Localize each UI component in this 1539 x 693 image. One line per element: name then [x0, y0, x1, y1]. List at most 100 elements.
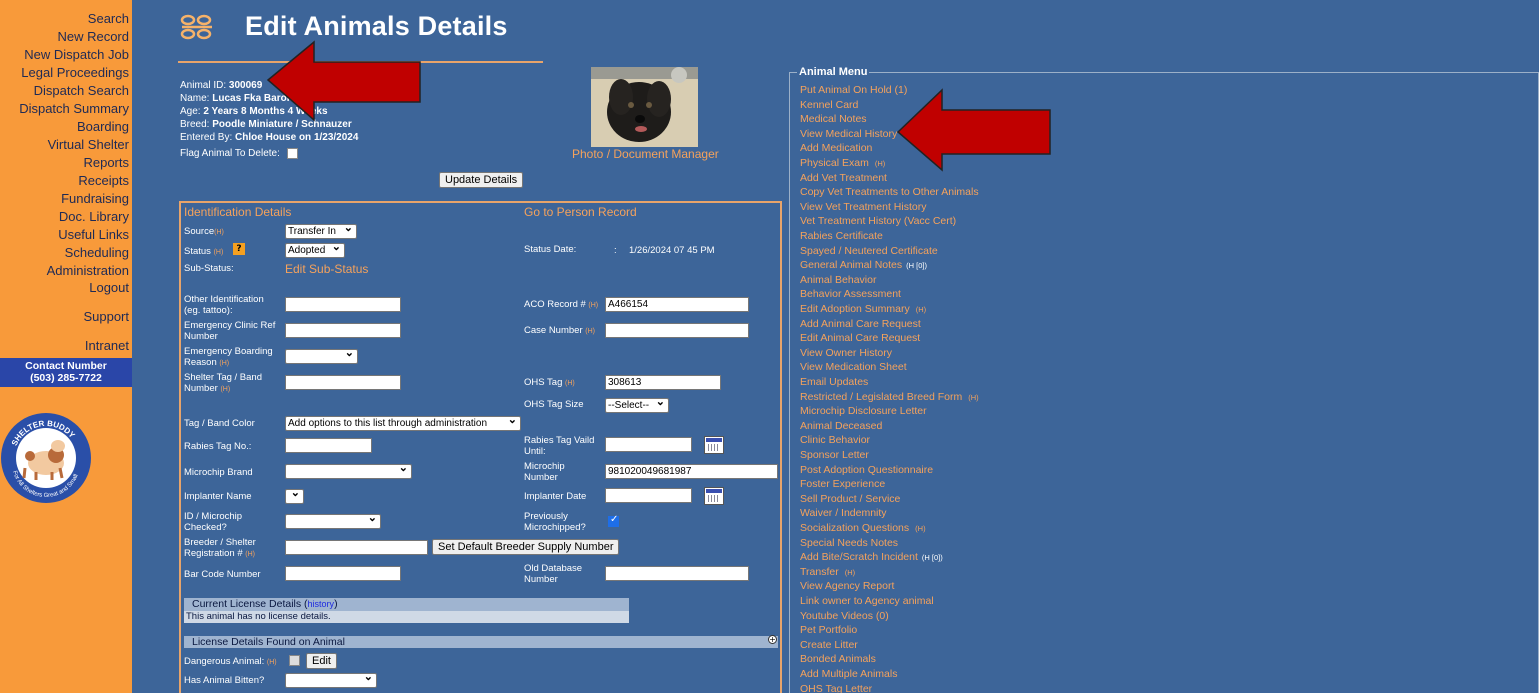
- menu-item-post-adoption-questionnaire[interactable]: Post Adoption Questionnaire: [800, 464, 933, 476]
- menu-item-general-animal-notes[interactable]: General Animal Notes (H [0]): [800, 259, 927, 271]
- sidebar-item-legal-proceedings[interactable]: Legal Proceedings: [21, 65, 129, 80]
- sidebar-item-administration[interactable]: Administration: [47, 263, 129, 278]
- menu-item-ohs-tag-letter[interactable]: OHS Tag Letter: [800, 683, 872, 693]
- dangerous-animal-label: Dangerous Animal: (H): [184, 656, 277, 667]
- menu-item-view-vet-treatment-history[interactable]: View Vet Treatment History: [800, 201, 926, 213]
- menu-item-bonded-animals[interactable]: Bonded Animals: [800, 653, 876, 665]
- menu-item-spayed-neutered-certificate[interactable]: Spayed / Neutered Certificate: [800, 245, 938, 257]
- menu-item-foster-experience[interactable]: Foster Experience: [800, 478, 885, 490]
- microchip-brand-select[interactable]: [285, 464, 412, 479]
- sidebar-item-scheduling[interactable]: Scheduling: [65, 245, 129, 260]
- emergency-boarding-select[interactable]: [285, 349, 358, 364]
- menu-item-pet-portfolio[interactable]: Pet Portfolio: [800, 624, 857, 636]
- sidebar-item-intranet[interactable]: Intranet: [85, 338, 129, 353]
- menu-item-link-owner-to-agency-animal[interactable]: Link owner to Agency animal: [800, 595, 934, 607]
- microchip-number-input[interactable]: 981020049681987: [605, 464, 778, 479]
- implanter-date-calendar-icon[interactable]: [704, 487, 724, 505]
- menu-item-add-bite-scratch-incident[interactable]: Add Bite/Scratch Incident (H [0]): [800, 551, 943, 563]
- menu-item-create-litter[interactable]: Create Litter: [800, 639, 858, 651]
- update-details-button[interactable]: Update Details: [439, 172, 524, 188]
- ohs-tag-input[interactable]: 308613: [605, 375, 721, 390]
- status-select[interactable]: Adopted: [285, 243, 345, 258]
- menu-item-edit-adoption-summary[interactable]: Edit Adoption Summary (H): [800, 303, 926, 315]
- rabies-valid-calendar-icon[interactable]: [704, 436, 724, 454]
- license-history-link[interactable]: history: [308, 599, 335, 609]
- flag-delete-checkbox[interactable]: [286, 148, 298, 159]
- menu-item-label: Edit Animal Care Request: [800, 332, 921, 345]
- sidebar-item-boarding[interactable]: Boarding: [77, 119, 129, 134]
- menu-item-edit-animal-care-request[interactable]: Edit Animal Care Request: [800, 332, 920, 344]
- edit-substatus-link[interactable]: Edit Sub-Status: [285, 262, 368, 276]
- menu-item-view-agency-report[interactable]: View Agency Report: [800, 580, 894, 592]
- implanter-date-input[interactable]: [605, 488, 692, 503]
- menu-item-add-vet-treatment[interactable]: Add Vet Treatment: [800, 172, 887, 184]
- dangerous-edit-button[interactable]: Edit: [306, 653, 337, 669]
- menu-item-animal-behavior[interactable]: Animal Behavior: [800, 274, 876, 286]
- other-identification-input[interactable]: [285, 297, 401, 312]
- menu-item-clinic-behavior[interactable]: Clinic Behavior: [800, 434, 870, 446]
- sidebar-item-receipts[interactable]: Receipts: [78, 173, 129, 188]
- menu-item-youtube-videos-0[interactable]: Youtube Videos (0): [800, 610, 889, 622]
- expand-icon[interactable]: +: [768, 635, 777, 644]
- sidebar-item-fundraising[interactable]: Fundraising: [61, 191, 129, 206]
- menu-item-copy-vet-treatments-to-other-animals[interactable]: Copy Vet Treatments to Other Animals: [800, 186, 979, 198]
- menu-item-sell-product-service[interactable]: Sell Product / Service: [800, 493, 900, 505]
- ohs-tag-size-select[interactable]: --Select--: [605, 398, 669, 413]
- id-checked-select[interactable]: [285, 514, 381, 529]
- menu-item-add-animal-care-request[interactable]: Add Animal Care Request: [800, 318, 921, 330]
- menu-item-email-updates[interactable]: Email Updates: [800, 376, 868, 388]
- menu-item-animal-deceased[interactable]: Animal Deceased: [800, 420, 882, 432]
- menu-item-restricted-legislated-breed-form[interactable]: Restricted / Legislated Breed Form (H): [800, 391, 979, 403]
- person-record-link[interactable]: Go to Person Record: [524, 205, 637, 219]
- prev-microchipped-checkbox[interactable]: [608, 514, 619, 527]
- source-select[interactable]: Transfer In: [285, 224, 357, 239]
- menu-item-add-multiple-animals[interactable]: Add Multiple Animals: [800, 668, 897, 680]
- sidebar-item-search[interactable]: Search: [88, 11, 129, 26]
- breeder-registration-input[interactable]: [285, 540, 428, 555]
- menu-item-add-medication[interactable]: Add Medication: [800, 142, 872, 154]
- sidebar-item-doc-library[interactable]: Doc. Library: [59, 209, 129, 224]
- sidebar-item-useful-links[interactable]: Useful Links: [58, 227, 129, 242]
- menu-item-transfer[interactable]: Transfer (H): [800, 566, 855, 578]
- tag-color-select[interactable]: Add options to this list through adminis…: [285, 416, 521, 431]
- menu-item-put-animal-on-hold-1[interactable]: Put Animal On Hold (1): [800, 84, 907, 96]
- menu-item-physical-exam[interactable]: Physical Exam (H): [800, 157, 885, 169]
- menu-item-rabies-certificate[interactable]: Rabies Certificate: [800, 230, 883, 242]
- case-number-input[interactable]: [605, 323, 749, 338]
- menu-item-view-medication-sheet[interactable]: View Medication Sheet: [800, 361, 907, 373]
- photo-document-manager-link[interactable]: Photo / Document Manager: [572, 147, 719, 161]
- sidebar-item-new-dispatch-job[interactable]: New Dispatch Job: [24, 47, 129, 62]
- menu-item-view-owner-history[interactable]: View Owner History: [800, 347, 892, 359]
- sidebar-item-virtual-shelter[interactable]: Virtual Shelter: [48, 137, 129, 152]
- rabies-tag-input[interactable]: [285, 438, 372, 453]
- shelter-tag-input[interactable]: [285, 375, 401, 390]
- set-default-breeder-button[interactable]: Set Default Breeder Supply Number: [432, 539, 620, 555]
- menu-item-waiver-indemnity[interactable]: Waiver / Indemnity: [800, 507, 887, 519]
- menu-item-special-needs-notes[interactable]: Special Needs Notes: [800, 537, 898, 549]
- has-bitten-select[interactable]: [285, 673, 377, 688]
- menu-item-socialization-questions[interactable]: Socialization Questions (H): [800, 522, 926, 534]
- sidebar-item-reports[interactable]: Reports: [83, 155, 129, 170]
- rabies-valid-input[interactable]: [605, 437, 692, 452]
- barcode-input[interactable]: [285, 566, 401, 581]
- menu-item-microchip-disclosure-letter[interactable]: Microchip Disclosure Letter: [800, 405, 927, 417]
- aco-record-input[interactable]: A466154: [605, 297, 749, 312]
- sidebar-item-logout[interactable]: Logout: [89, 280, 129, 295]
- sidebar-item-new-record[interactable]: New Record: [57, 29, 129, 44]
- emergency-clinic-ref-input[interactable]: [285, 323, 401, 338]
- status-help-icon[interactable]: ?: [233, 243, 245, 255]
- animal-photo[interactable]: [591, 67, 698, 147]
- menu-item-kennel-card[interactable]: Kennel Card: [800, 99, 858, 111]
- menu-item-view-medical-history[interactable]: View Medical History: [800, 128, 897, 140]
- menu-item-sponsor-letter[interactable]: Sponsor Letter: [800, 449, 869, 461]
- menu-item-vet-treatment-history-vacc-cert[interactable]: Vet Treatment History (Vacc Cert): [800, 215, 956, 227]
- menu-item-medical-notes[interactable]: Medical Notes: [800, 113, 867, 125]
- implanter-name-select[interactable]: [285, 489, 304, 504]
- menu-item-behavior-assessment[interactable]: Behavior Assessment: [800, 288, 901, 300]
- old-database-input[interactable]: [605, 566, 749, 581]
- dangerous-animal-checkbox[interactable]: [289, 655, 300, 666]
- sidebar-item-dispatch-search[interactable]: Dispatch Search: [34, 83, 129, 98]
- sidebar-item-support[interactable]: Support: [83, 309, 129, 324]
- menu-item-label: Edit Adoption Summary: [800, 303, 910, 315]
- sidebar-item-dispatch-summary[interactable]: Dispatch Summary: [19, 101, 129, 116]
